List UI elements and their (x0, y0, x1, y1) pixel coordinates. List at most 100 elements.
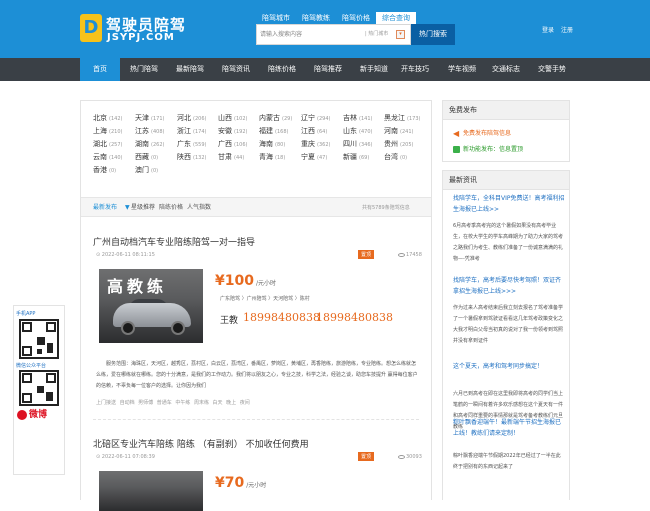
article-title[interactable]: 广州自动档汽车专业陪练陪驾一对一指导 (93, 235, 255, 248)
view-count: 17458 (398, 252, 422, 258)
login-link[interactable]: 登录 (542, 25, 554, 34)
news-summary: 作为过来人高考结束后我立刻去报名了驾考准备学了一个暑假拿到驾驶证看看这几年驾考政… (453, 305, 564, 344)
app-label: 手机APP (16, 311, 36, 317)
tab-latest[interactable]: 最新发布 (93, 198, 117, 218)
qr-corner (22, 373, 32, 383)
dropdown-icon[interactable]: ▾ (396, 30, 405, 39)
city-link[interactable]: 江西 (64) (301, 126, 327, 136)
city-link[interactable]: 云南 (140) (93, 152, 122, 162)
nav-gestures[interactable]: 交警手势 (530, 58, 574, 81)
city-link[interactable]: 黑龙江 (173) (384, 113, 420, 123)
car-wheel (121, 321, 135, 335)
car-wheel (171, 321, 185, 335)
city-link[interactable]: 河北 (206) (177, 113, 206, 123)
qr-corner (46, 322, 56, 332)
city-link[interactable]: 内蒙古 (29) (259, 113, 292, 123)
article-tags[interactable]: 上门接送 自动档 男师傅 普通车 中午练 周末练 白天 晚上 夜间 (96, 399, 250, 406)
search-tab-price[interactable]: 陪驾价格 (336, 12, 376, 24)
city-link[interactable]: 新疆 (69) (343, 152, 369, 162)
location-breadcrumb[interactable]: 广东陪驾 〉广州陪驾 〉天河陪驾 〉陈村 (220, 295, 310, 302)
city-link[interactable]: 浙江 (174) (177, 126, 206, 136)
top-badge: 置顶 (358, 250, 375, 259)
city-link[interactable]: 北京 (142) (93, 113, 122, 123)
nav-video[interactable]: 学车视频 (440, 58, 484, 81)
search-city-select[interactable]: | 热门城市 (365, 25, 388, 44)
coach-photo[interactable] (99, 471, 203, 511)
wechat-qr-code (19, 370, 59, 406)
account-links: 登录 注册 (542, 25, 573, 34)
news-link[interactable]: 粽叶飘香迎端午！最新端午节招生海报已上线！教练们请来定制！ (453, 417, 565, 439)
list-toolbar: 最新发布 ▼ 星级推荐 陪练价格 人气指数 共有5789条陪驾信息 (81, 197, 431, 217)
city-link[interactable]: 陕西 (132) (177, 152, 206, 162)
phone-number[interactable]: 18998480838 (316, 311, 393, 324)
search-button[interactable]: 热门搜索 (411, 24, 455, 45)
city-link[interactable]: 上海 (210) (93, 126, 122, 136)
tab-popular[interactable]: 人气指数 (187, 198, 211, 218)
city-link[interactable]: 湖北 (257) (93, 139, 122, 149)
view-count: 30093 (398, 454, 422, 460)
megaphone-icon: ◀ (453, 129, 460, 138)
city-link[interactable]: 山东 (470) (343, 126, 372, 136)
city-link[interactable]: 澳门 (0) (135, 165, 158, 175)
city-link[interactable]: 山西 (102) (218, 113, 247, 123)
divider (93, 419, 419, 420)
header: D 驾驶员陪驾 JSYPJ.COM 陪驾城市 陪驾教练 陪驾价格 综合查询 请输… (0, 0, 650, 58)
coach-name: 王教 (220, 316, 239, 326)
city-link[interactable]: 重庆 (362) (301, 139, 330, 149)
city-link[interactable]: 台湾 (0) (384, 152, 407, 162)
publish-link[interactable]: ◀ 免费发布陪驾信息 (453, 128, 511, 138)
tab-star[interactable]: 星级推荐 (131, 198, 155, 218)
nav-home[interactable]: 首页 (80, 58, 120, 81)
city-link[interactable]: 江苏 (408) (135, 126, 164, 136)
nav-hot[interactable]: 热门陪驾 (122, 58, 166, 81)
qr-module (37, 337, 45, 345)
nav-latest[interactable]: 最新陪驾 (168, 58, 212, 81)
phone-number[interactable]: 18998480838 (243, 311, 320, 324)
city-link[interactable]: 广西 (106) (218, 139, 247, 149)
search-tab-coach[interactable]: 陪驾教练 (296, 12, 336, 24)
city-link[interactable]: 安徽 (192) (218, 126, 247, 136)
news-link[interactable]: 这个夏天，高考和驾考同步搞定！ (453, 361, 543, 372)
city-link[interactable]: 西藏 (0) (135, 152, 158, 162)
qr-corner (22, 393, 32, 403)
city-link[interactable]: 宁夏 (47) (301, 152, 327, 162)
city-link[interactable]: 香港 (0) (93, 165, 116, 175)
search-tab-all[interactable]: 综合查询 (376, 12, 416, 24)
price: ¥100/元小时 (215, 273, 276, 289)
site-logo[interactable]: D 驾驶员陪驾 JSYPJ.COM (80, 14, 190, 44)
weibo-link[interactable]: 微博 (17, 407, 47, 420)
city-link[interactable]: 河南 (241) (384, 126, 413, 136)
city-link[interactable]: 吉林 (141) (343, 113, 372, 123)
nav-news[interactable]: 陪驾资讯 (214, 58, 258, 81)
city-link[interactable]: 广东 (559) (177, 139, 206, 149)
article-description: 服务范围：海珠区，天河区，越秀区，荔村区，白云区，荔湾区，番禺区，萝岗区，黄埔区… (96, 361, 418, 389)
nav-skills[interactable]: 开车技巧 (398, 58, 432, 81)
nav-newbie[interactable]: 新手知道 (352, 58, 396, 81)
article-date: ⊙ 2022-06-11 07:08:39 (96, 454, 155, 460)
search-tab-city[interactable]: 陪驾城市 (256, 12, 296, 24)
nav-recommend[interactable]: 陪驾推荐 (306, 58, 350, 81)
search-input[interactable]: 请输入搜索内容 | 热门城市 ▾ (256, 24, 411, 45)
news-summary: 粽叶飘香迎端午节假期2022年已经过了一半在此终于把别有的东西记起来了 (453, 453, 561, 470)
city-link[interactable]: 青海 (18) (259, 152, 285, 162)
eye-icon (398, 252, 405, 257)
eye-icon (398, 454, 405, 459)
coach-photo[interactable]: 高教练 (99, 269, 203, 343)
city-link[interactable]: 甘肃 (44) (218, 152, 244, 162)
city-link[interactable]: 辽宁 (294) (301, 113, 330, 123)
city-link[interactable]: 海南 (80) (259, 139, 285, 149)
tab-price[interactable]: 陪练价格 (159, 198, 183, 218)
qr-corner (22, 322, 32, 332)
feature-link[interactable]: 新功能发布：信息置顶 (453, 144, 523, 153)
city-link[interactable]: 四川 (346) (343, 139, 372, 149)
news-link[interactable]: 找陪学车，全科目VIP免费送！高考福利招生海报已上线>> (453, 193, 565, 215)
nav-signs[interactable]: 交通标志 (484, 58, 528, 81)
news-link[interactable]: 找陪学车，高考后要尽快考驾照！双证齐拿招生海报已上线>>> (453, 275, 565, 297)
city-link[interactable]: 贵州 (205) (384, 139, 413, 149)
city-link[interactable]: 湖南 (262) (135, 139, 164, 149)
register-link[interactable]: 注册 (561, 25, 573, 34)
city-link[interactable]: 天津 (171) (135, 113, 164, 123)
city-link[interactable]: 福建 (168) (259, 126, 288, 136)
nav-price[interactable]: 陪练价格 (260, 58, 304, 81)
article-title[interactable]: 北碚区专业汽车陪练 陪练 （有副刹） 不加收任何费用 (93, 437, 309, 450)
